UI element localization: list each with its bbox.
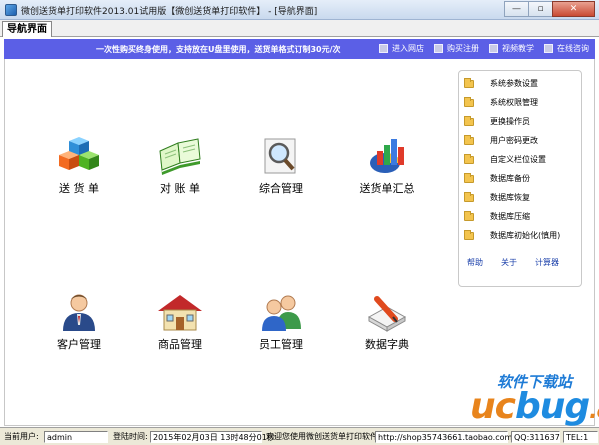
login-time-value: 2015年02月03日 13时48分01秒 (150, 431, 275, 443)
link-video-tutorial[interactable]: 视频教学 (489, 43, 534, 54)
window-controls: — ▫ ✕ (504, 1, 595, 17)
tel-number: TEL:1 (563, 431, 598, 443)
module-label: 商品管理 (158, 338, 202, 351)
folder-icon (464, 172, 474, 183)
module-statement[interactable]: 对 账 单 (140, 137, 220, 196)
link-label: 购买注册 (447, 44, 479, 53)
module-label: 员工管理 (259, 338, 303, 351)
promo-banner: 一次性购买终身使用，支持放在U盘里使用，送货单格式订制30元/次 进入网店 购买… (4, 39, 595, 59)
banner-links: 进入网店 购买注册 视频教学 在线咨询 (369, 43, 589, 54)
close-button[interactable]: ✕ (552, 1, 595, 17)
module-employee-management[interactable]: 员工管理 (241, 293, 321, 352)
link-buy-register[interactable]: 购买注册 (434, 43, 479, 54)
tab-strip: 导航界面 (0, 20, 599, 37)
tab-navigation[interactable]: 导航界面 (2, 21, 52, 37)
panel-item-label: 数据库备份 (490, 174, 530, 183)
panel-item-label: 数据库恢复 (490, 193, 530, 202)
watermark-cc: .cc (589, 399, 599, 424)
folder-icon (464, 96, 474, 107)
module-label: 送货单汇总 (359, 182, 415, 195)
panel-links: 帮助 关于 计算器 (467, 257, 577, 268)
link-label: 视频教学 (502, 44, 534, 53)
folder-icon (464, 134, 474, 145)
house-icon (158, 295, 202, 331)
current-user-label: 当前用户: (4, 432, 39, 441)
link-label: 在线咨询 (557, 44, 589, 53)
cubes-icon (59, 137, 99, 170)
status-bar: 当前用户: admin 登陆时间: 2015年02月03日 13时48分01秒 … (0, 427, 599, 445)
qq-number: QQ:311637 (511, 431, 560, 443)
person-icon (63, 294, 95, 331)
panel-item-label: 数据库初始化(慎用) (490, 231, 561, 240)
panel-item-change-password[interactable]: 用户密码更改 (464, 134, 538, 146)
module-customer-management[interactable]: 客户管理 (39, 293, 119, 352)
square-icon (544, 44, 553, 53)
square-icon (489, 44, 498, 53)
module-delivery-note[interactable]: 送 货 单 (39, 137, 119, 196)
module-general-management[interactable]: 综合管理 (241, 137, 321, 196)
window-title: 微创送货单打印软件2013.01试用版【微创送货单打印软件】 - [导航界面] (21, 7, 318, 17)
panel-item-custom-columns[interactable]: 自定义栏位设置 (464, 153, 546, 165)
panel-item-label: 数据库压缩 (490, 212, 530, 221)
calculator-link[interactable]: 计算器 (535, 257, 559, 268)
current-user-value: admin (44, 431, 108, 443)
chart-icon (370, 139, 404, 173)
panel-item-db-restore[interactable]: 数据库恢复 (464, 191, 530, 203)
watermark-logo: ucbug.cc (470, 386, 599, 427)
watermark-bug: bug (514, 386, 590, 427)
minimize-button[interactable]: — (504, 1, 529, 17)
link-label: 进入网店 (392, 44, 424, 53)
square-icon (379, 44, 388, 53)
restore-button[interactable]: ▫ (528, 1, 553, 17)
book-pen-icon (367, 296, 407, 332)
watermark-uc: uc (470, 386, 516, 427)
panel-item-label: 更换操作员 (490, 117, 530, 126)
people-icon (262, 295, 301, 331)
help-link[interactable]: 帮助 (467, 257, 483, 268)
module-delivery-summary[interactable]: 送货单汇总 (347, 137, 427, 196)
module-label: 送 货 单 (59, 182, 99, 195)
system-settings-panel: 系统参数设置 系统权限管理 更换操作员 用户密码更改 自定义栏位设置 数据库备份… (458, 70, 582, 287)
module-label: 综合管理 (259, 182, 303, 195)
folder-icon (464, 153, 474, 164)
panel-item-db-init[interactable]: 数据库初始化(慎用) (464, 229, 561, 241)
title-bar: 微创送货单打印软件2013.01试用版【微创送货单打印软件】 - [导航界面] … (0, 0, 599, 20)
open-book-icon (159, 138, 201, 175)
panel-item-db-backup[interactable]: 数据库备份 (464, 172, 530, 184)
panel-item-permissions[interactable]: 系统权限管理 (464, 96, 538, 108)
module-label: 客户管理 (57, 338, 101, 351)
about-link[interactable]: 关于 (501, 257, 517, 268)
folder-icon (464, 115, 474, 126)
login-time-label: 登陆时间: (113, 432, 148, 441)
module-label: 对 账 单 (160, 182, 200, 195)
square-icon (434, 44, 443, 53)
module-product-management[interactable]: 商品管理 (140, 293, 220, 352)
shop-url[interactable]: http://shop35743661.taobao.com (375, 431, 512, 443)
folder-icon (464, 210, 474, 221)
link-online-consult[interactable]: 在线咨询 (544, 43, 589, 54)
panel-item-label: 自定义栏位设置 (490, 155, 546, 164)
folder-icon (464, 191, 474, 202)
panel-item-label: 系统参数设置 (490, 79, 538, 88)
panel-item-system-params[interactable]: 系统参数设置 (464, 77, 538, 89)
panel-item-label: 系统权限管理 (490, 98, 538, 107)
promo-text: 一次性购买终身使用，支持放在U盘里使用，送货单格式订制30元/次 (96, 45, 341, 54)
folder-icon (464, 77, 474, 88)
magnifier-icon (264, 138, 296, 174)
link-enter-shop[interactable]: 进入网店 (379, 43, 424, 54)
module-data-dictionary[interactable]: 数据字典 (347, 293, 427, 352)
module-label: 数据字典 (365, 338, 409, 351)
panel-item-change-operator[interactable]: 更换操作员 (464, 115, 530, 127)
folder-icon (464, 229, 474, 240)
app-icon (5, 4, 17, 16)
panel-item-label: 用户密码更改 (490, 136, 538, 145)
welcome-text: 欢迎您使用微创送货单打印软件 (266, 432, 378, 441)
panel-item-db-compress[interactable]: 数据库压缩 (464, 210, 530, 222)
